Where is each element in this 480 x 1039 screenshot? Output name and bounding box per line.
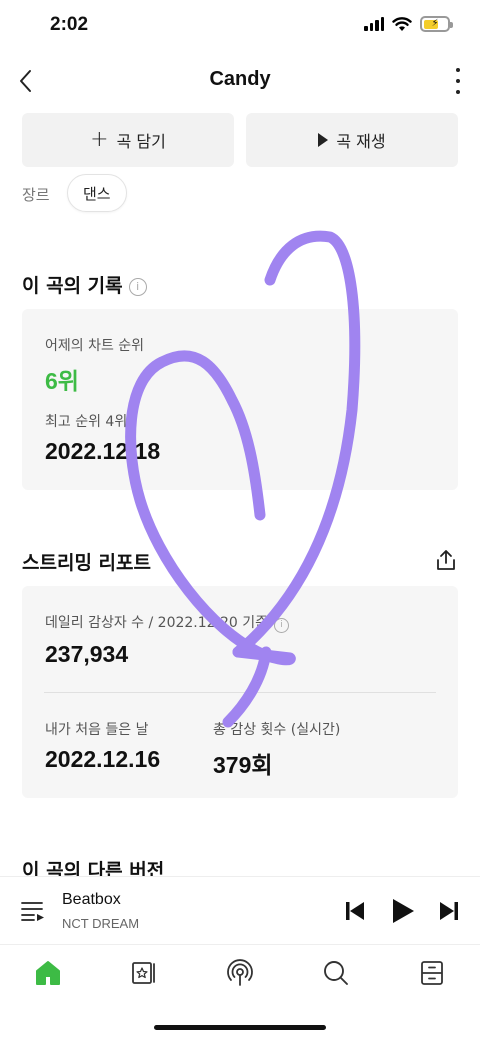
next-track-icon[interactable] bbox=[438, 897, 460, 925]
more-options-icon[interactable] bbox=[454, 68, 462, 94]
play-icon bbox=[318, 133, 329, 147]
playlist-queue-icon[interactable] bbox=[20, 899, 46, 923]
status-time: 2:02 bbox=[50, 14, 89, 35]
plus-icon: + bbox=[90, 127, 109, 152]
record-card: 어제의 차트 순위 6위 최고 순위 4위 2022.12.18 bbox=[22, 309, 458, 490]
tab-home[interactable] bbox=[30, 955, 66, 991]
track-artist: NCT DREAM bbox=[62, 916, 140, 931]
daily-listeners-value: 237,934 bbox=[45, 641, 129, 667]
wifi-icon bbox=[392, 16, 412, 31]
bottom-tab-bar bbox=[0, 944, 480, 1004]
first-listen-label: 내가 처음 들은 날 bbox=[45, 722, 149, 738]
first-listen-value: 2022.12.16 bbox=[45, 746, 161, 772]
library-icon bbox=[132, 962, 155, 984]
add-song-button[interactable]: + 곡 담기 bbox=[22, 113, 234, 167]
drawer-menu-icon bbox=[421, 961, 443, 985]
cellular-signal-icon bbox=[364, 17, 384, 31]
play-song-button[interactable]: 곡 재생 bbox=[246, 113, 458, 167]
total-plays-label: 총 감상 횟수 (실시간) bbox=[213, 722, 341, 738]
play-icon-button[interactable] bbox=[390, 897, 416, 925]
yesterday-rank-label: 어제의 차트 순위 bbox=[45, 338, 145, 354]
divider bbox=[44, 692, 436, 693]
yesterday-rank-value: 6위 bbox=[45, 368, 79, 394]
tab-more[interactable] bbox=[414, 955, 450, 991]
header: Candy bbox=[0, 56, 480, 106]
tab-podcast[interactable] bbox=[222, 955, 258, 991]
search-icon bbox=[324, 961, 348, 985]
record-section-title: 이 곡의 기록 i bbox=[22, 271, 147, 298]
page-title: Candy bbox=[209, 68, 271, 90]
status-icons: ⚡ bbox=[364, 16, 453, 32]
share-icon[interactable] bbox=[434, 548, 458, 572]
previous-track-icon[interactable] bbox=[344, 897, 366, 925]
home-icon bbox=[36, 961, 60, 985]
status-bar: 2:02 ⚡ bbox=[0, 0, 480, 56]
daily-info-icon[interactable]: i bbox=[274, 618, 290, 633]
info-icon[interactable]: i bbox=[128, 278, 147, 296]
record-title-text: 이 곡의 기록 bbox=[22, 275, 123, 297]
daily-listeners-label-text: 데일리 감상자 수 / 2022.12.20 기준 bbox=[45, 615, 269, 631]
streaming-section-title: 스트리밍 리포트 bbox=[22, 552, 151, 574]
tab-search[interactable] bbox=[318, 955, 354, 991]
streaming-card: 데일리 감상자 수 / 2022.12.20 기준 i 237,934 내가 처음… bbox=[22, 586, 458, 798]
best-rank-label: 최고 순위 4위 bbox=[45, 414, 128, 430]
genre-label: 장르 bbox=[22, 186, 50, 204]
battery-icon: ⚡ bbox=[420, 16, 453, 32]
mini-player[interactable]: Beatbox NCT DREAM bbox=[0, 876, 480, 944]
total-plays-value: 379회 bbox=[213, 752, 273, 778]
daily-listeners-label: 데일리 감상자 수 / 2022.12.20 기준 i bbox=[45, 612, 290, 633]
play-song-label: 곡 재생 bbox=[336, 132, 386, 151]
track-title: Beatbox bbox=[62, 891, 121, 908]
home-indicator[interactable] bbox=[154, 1025, 326, 1030]
add-song-label: 곡 담기 bbox=[116, 132, 166, 151]
best-rank-date: 2022.12.18 bbox=[45, 438, 161, 464]
genre-chip[interactable]: 댄스 bbox=[67, 174, 127, 212]
podcast-icon bbox=[227, 959, 253, 986]
tab-library[interactable] bbox=[126, 955, 162, 991]
